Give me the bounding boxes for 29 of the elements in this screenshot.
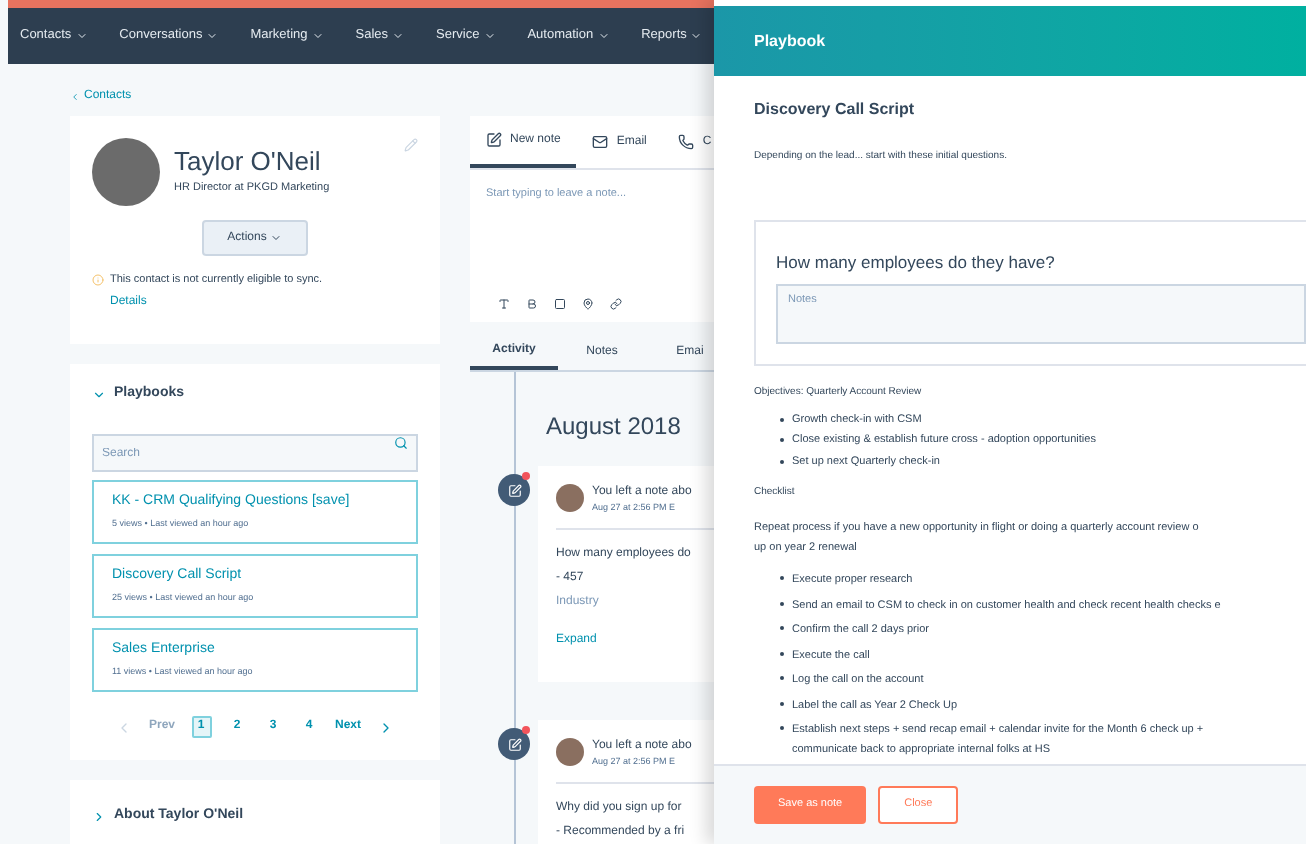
bold-icon[interactable] [526, 298, 538, 310]
contact-name: Taylor O'Neil [174, 147, 323, 174]
avatar-placeholder [556, 738, 584, 766]
caret-icon [311, 30, 324, 42]
panel-title: Playbook [754, 29, 826, 53]
note-icon [486, 132, 502, 148]
caret-icon [392, 30, 405, 42]
phone-icon [678, 134, 695, 150]
caret-icon [597, 30, 610, 42]
month-heading: August 2018 [546, 410, 683, 444]
pin-icon[interactable] [582, 298, 594, 310]
avatar-placeholder [92, 138, 160, 206]
caret-icon [483, 30, 496, 42]
note-badge-icon [498, 474, 530, 506]
caret-icon [270, 232, 283, 244]
script-title: Discovery Call Script [754, 98, 917, 122]
square-icon[interactable] [554, 298, 566, 310]
link-icon[interactable] [610, 298, 622, 310]
warning-icon [92, 274, 104, 286]
search-icon [394, 435, 408, 449]
caret-icon [75, 30, 88, 42]
font-icon[interactable] [498, 298, 510, 310]
caret-icon [206, 30, 219, 42]
note-badge-icon [498, 728, 530, 760]
envelope-icon [592, 134, 609, 150]
chevron-left-icon [70, 92, 80, 102]
caret-icon [690, 30, 703, 42]
avatar-placeholder [556, 484, 584, 512]
question-text: How many employees do they have? [776, 249, 1057, 275]
